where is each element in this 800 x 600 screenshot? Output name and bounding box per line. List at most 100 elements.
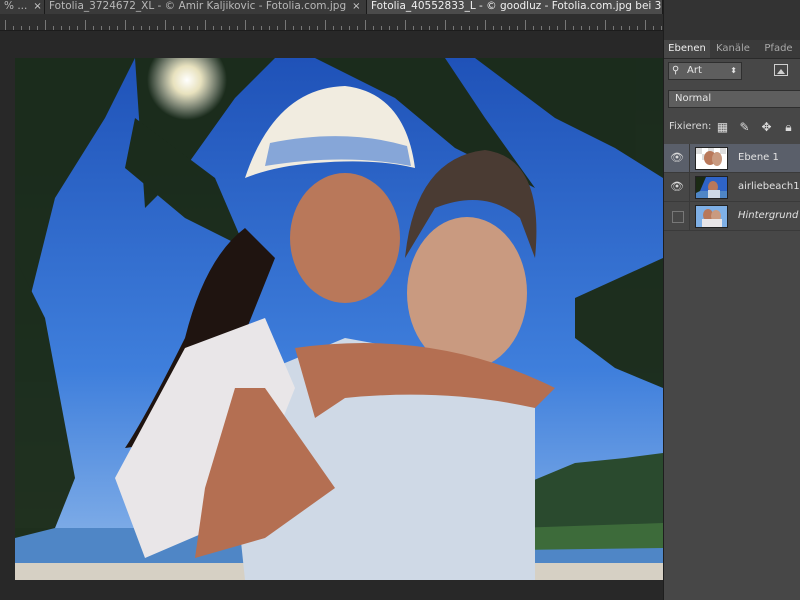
- ruler-tick: [109, 26, 110, 30]
- ruler-tick: [613, 26, 614, 30]
- ruler-tick: [61, 26, 62, 30]
- ruler-tick: [501, 26, 502, 30]
- ruler-tick: [285, 20, 286, 30]
- layer-row-ebene-1[interactable]: 👁︎ Ebene 1: [664, 144, 800, 173]
- ruler-tick: [589, 26, 590, 30]
- ruler-tick: [629, 26, 630, 30]
- ruler-tick: [429, 26, 430, 30]
- ruler-tick: [405, 20, 406, 30]
- ruler-tick: [421, 26, 422, 30]
- ruler-tick: [437, 26, 438, 30]
- layer-thumbnail: [695, 147, 728, 170]
- lock-label: Fixieren:: [669, 121, 712, 132]
- document-tab-title: % ...: [4, 0, 28, 12]
- eye-icon[interactable]: 👁︎: [670, 181, 684, 193]
- horizontal-ruler: [0, 14, 663, 31]
- ruler-tick: [245, 20, 246, 30]
- ruler-tick: [509, 26, 510, 30]
- move-icon[interactable]: ✥: [760, 121, 773, 134]
- ruler-tick: [293, 26, 294, 30]
- brush-icon[interactable]: ✎: [738, 121, 751, 134]
- ruler-tick: [397, 26, 398, 30]
- ruler-tick: [653, 26, 654, 30]
- visibility-toggle-off[interactable]: [672, 211, 684, 223]
- ruler-tick: [269, 26, 270, 30]
- ruler-tick: [373, 26, 374, 30]
- ruler-tick: [445, 20, 446, 30]
- ruler-tick: [341, 26, 342, 30]
- layer-row-airliebeach1[interactable]: 👁︎ airliebeach1: [664, 173, 800, 202]
- document-tab-2[interactable]: Fotolia_40552833_L - © goodluz - Fotolia…: [367, 0, 663, 14]
- ruler-tick: [517, 26, 518, 30]
- ruler-tick: [549, 26, 550, 30]
- ruler-tick: [261, 26, 262, 30]
- beach-couple-photo: [15, 58, 663, 580]
- ruler-tick: [237, 26, 238, 30]
- ruler-tick: [333, 26, 334, 30]
- ruler-tick: [205, 20, 206, 30]
- ruler-tick: [13, 26, 14, 30]
- layer-name: Ebene 1: [738, 152, 779, 163]
- ruler-tick: [381, 26, 382, 30]
- document-tab-bar: % ... × Fotolia_3724672_XL - © Amir Kalji…: [0, 0, 663, 14]
- lock-icon[interactable]: 🔒︎: [782, 121, 795, 134]
- ruler-tick: [53, 26, 54, 30]
- ruler-tick: [605, 20, 606, 30]
- ruler-tick: [5, 20, 6, 30]
- ruler-tick: [365, 20, 366, 30]
- ruler-tick: [493, 26, 494, 30]
- stepper-arrows-icon: ⬍: [730, 66, 737, 75]
- ruler-tick: [37, 26, 38, 30]
- document-tab-0[interactable]: % ... ×: [0, 0, 45, 14]
- eye-icon[interactable]: 👁︎: [670, 152, 684, 164]
- close-icon[interactable]: ×: [33, 1, 41, 12]
- ruler-tick: [557, 26, 558, 30]
- ruler-tick: [93, 26, 94, 30]
- blend-mode-select[interactable]: Normal: [668, 90, 800, 108]
- ruler-tick: [69, 26, 70, 30]
- ruler-tick: [45, 20, 46, 30]
- ruler-tick: [309, 26, 310, 30]
- ruler-tick: [461, 26, 462, 30]
- ruler-tick: [645, 20, 646, 30]
- tab-pfade[interactable]: Pfade: [756, 40, 800, 58]
- ruler-tick: [149, 26, 150, 30]
- ruler-tick: [533, 26, 534, 30]
- ruler-tick: [85, 20, 86, 30]
- checkerboard-icon[interactable]: ▦: [716, 121, 729, 134]
- ruler-tick: [637, 26, 638, 30]
- ruler-tick: [349, 26, 350, 30]
- ruler-tick: [253, 26, 254, 30]
- divider: [689, 144, 690, 172]
- ruler-tick: [597, 26, 598, 30]
- ruler-tick: [181, 26, 182, 30]
- ruler-tick: [485, 20, 486, 30]
- document-tab-1[interactable]: Fotolia_3724672_XL - © Amir Kaljikovic -…: [45, 0, 367, 14]
- layer-name: airliebeach1: [738, 181, 800, 192]
- document-image[interactable]: [15, 58, 663, 580]
- image-filter-icon[interactable]: [774, 64, 788, 76]
- layer-list: 👁︎ Ebene 1 👁︎ airliebeach1 Hintergrund: [664, 144, 800, 231]
- ruler-tick: [21, 26, 22, 30]
- layer-row-hintergrund[interactable]: Hintergrund: [664, 202, 800, 231]
- ruler-tick: [525, 20, 526, 30]
- ruler-tick: [117, 26, 118, 30]
- close-icon[interactable]: ×: [352, 1, 360, 12]
- layer-thumbnail: [695, 205, 728, 228]
- ruler-tick: [197, 26, 198, 30]
- ruler-tick: [581, 26, 582, 30]
- tab-kanaele[interactable]: Kanäle: [710, 40, 756, 58]
- document-tab-title: Fotolia_40552833_L - © goodluz - Fotolia…: [371, 0, 662, 12]
- ruler-tick: [221, 26, 222, 30]
- ruler-tick: [173, 26, 174, 30]
- panel-tabs: Ebenen Kanäle Pfade: [664, 40, 800, 59]
- filter-kind-value: Art: [687, 65, 702, 76]
- ruler-tick: [661, 26, 662, 30]
- ruler-tick: [317, 26, 318, 30]
- layer-name: Hintergrund: [738, 210, 799, 221]
- ruler-tick: [477, 26, 478, 30]
- tab-ebenen[interactable]: Ebenen: [664, 40, 710, 58]
- ruler-tick: [469, 26, 470, 30]
- ruler-tick: [157, 26, 158, 30]
- filter-kind-select[interactable]: ⚲ Art ⬍: [668, 62, 742, 80]
